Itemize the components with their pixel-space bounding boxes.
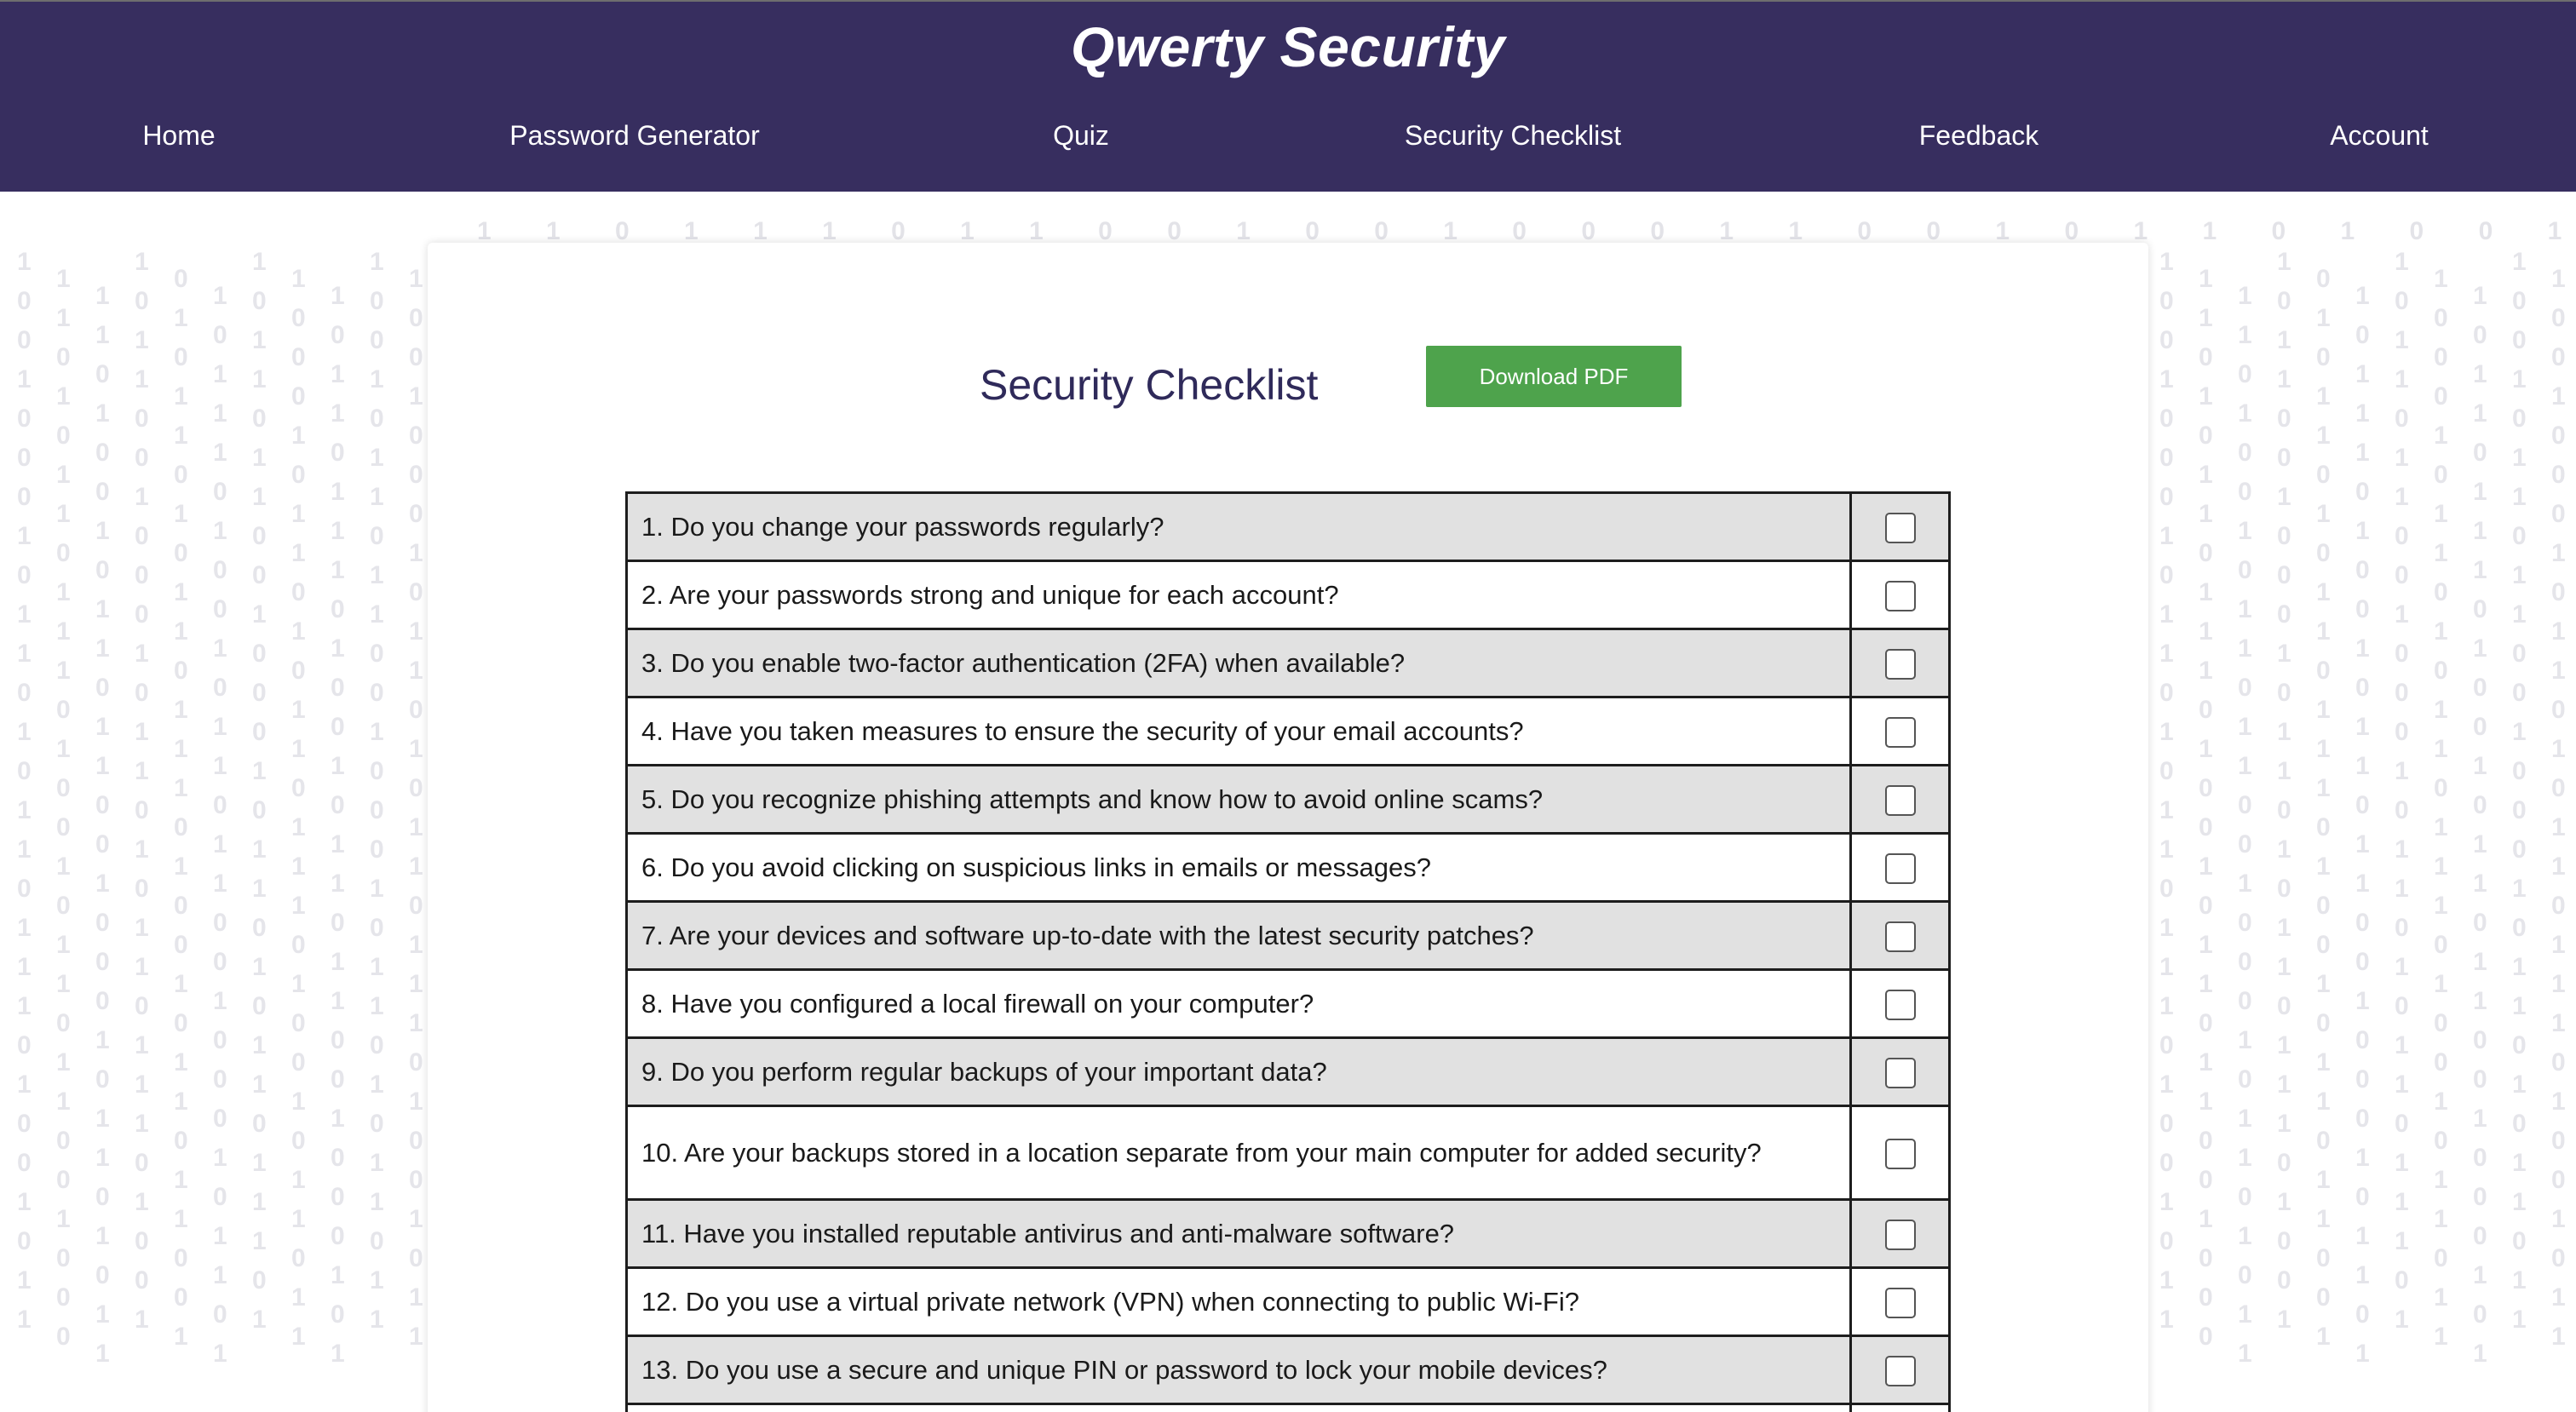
binary-digit-column: 1 1 0 1 0 1 1 0 1 1 1 0 1 0 0 1 0 1 1 0 … xyxy=(2199,265,2213,1351)
checklist-question: 5. Do you recognize phishing attempts an… xyxy=(625,764,1852,835)
checklist-question: 9. Do you perform regular backups of you… xyxy=(625,1036,1852,1107)
checklist-checkbox-cell xyxy=(1849,696,1951,766)
binary-digit-column: 1 0 1 1 0 1 1 0 0 1 0 0 0 1 0 1 1 0 1 0 … xyxy=(252,248,267,1334)
checklist-checkbox[interactable] xyxy=(1884,512,1916,543)
checklist-checkbox[interactable] xyxy=(1884,784,1916,816)
checklist-checkbox[interactable] xyxy=(1884,852,1916,884)
checklist-question: 3. Do you enable two-factor authenticati… xyxy=(625,628,1852,698)
binary-digit-column: 1 0 0 1 0 0 0 1 0 1 1 0 1 0 1 1 0 1 1 1 … xyxy=(2551,265,2566,1351)
binary-digit-column: 1 0 0 1 0 0 0 1 0 1 1 0 1 0 1 1 0 1 1 1 … xyxy=(2159,248,2174,1334)
checklist-checkbox[interactable] xyxy=(1884,1138,1916,1169)
checklist-row: 4. Have you taken measures to ensure the… xyxy=(625,696,1951,766)
checklist-question xyxy=(625,1403,1852,1412)
checklist-row: 5. Do you recognize phishing attempts an… xyxy=(625,764,1951,835)
checklist-question: 7. Are your devices and software up-to-d… xyxy=(625,900,1852,971)
binary-digit-column: 0 1 0 1 1 0 1 0 1 1 0 1 1 1 0 1 0 0 1 0 … xyxy=(2316,265,2331,1351)
nav-quiz[interactable]: Quiz xyxy=(1053,114,1109,157)
checklist-checkbox[interactable] xyxy=(1884,716,1916,748)
checklist-checkbox[interactable] xyxy=(1884,1057,1916,1088)
checklist-row: 7. Are your devices and software up-to-d… xyxy=(625,900,1951,971)
checklist-checkbox[interactable] xyxy=(1884,648,1916,680)
checklist-checkbox-cell xyxy=(1849,1036,1951,1107)
checklist-row: 6. Do you avoid clicking on suspicious l… xyxy=(625,832,1951,903)
binary-digit-column: 1 1 0 1 0 0 1 0 1 1 0 1 1 0 0 1 0 0 0 1 … xyxy=(95,282,110,1368)
site-header: Qwerty Security Home Password Generator … xyxy=(0,0,2576,192)
checklist-checkbox-cell xyxy=(1849,1105,1951,1201)
checklist-row: 2. Are your passwords strong and unique … xyxy=(625,560,1951,630)
binary-digit-column: 0 1 0 1 1 0 1 0 1 1 0 1 1 1 0 1 0 0 1 0 … xyxy=(174,265,188,1351)
checklist-checkbox-cell xyxy=(1849,1403,1951,1412)
checklist-checkbox-cell xyxy=(1849,968,1951,1039)
checklist-checkbox-cell xyxy=(1849,491,1951,562)
binary-digit-column: 1 1 0 1 0 1 1 0 1 1 1 0 1 0 0 1 0 1 1 0 … xyxy=(56,265,71,1351)
binary-digit-column: 1 0 1 1 1 0 1 0 0 1 0 1 1 0 1 1 0 0 1 0 … xyxy=(2355,282,2370,1368)
checklist-checkbox-cell xyxy=(1849,900,1951,971)
checklist-row xyxy=(625,1403,1951,1412)
binary-digit-column: 1 0 0 1 0 1 1 0 1 1 0 0 1 0 0 0 1 0 1 1 … xyxy=(370,248,384,1334)
binary-digit-column: 1 0 1 1 0 0 1 0 0 0 1 0 1 1 0 1 0 1 1 0 … xyxy=(135,248,149,1334)
checklist-row: 10. Are your backups stored in a locatio… xyxy=(625,1105,1951,1201)
checklist-checkbox-cell xyxy=(1849,560,1951,630)
checklist-checkbox[interactable] xyxy=(1884,921,1916,952)
page-title: Security Checklist xyxy=(980,361,1319,409)
binary-digit-column: 1 0 0 0 1 0 1 1 0 1 0 1 1 0 1 1 1 0 1 0 … xyxy=(291,265,306,1351)
checklist-row: 1. Do you change your passwords regularl… xyxy=(625,491,1951,562)
binary-decoration-top: 1 1 0 1 1 1 0 1 1 0 0 1 0 0 1 0 0 0 1 1 … xyxy=(477,217,2576,245)
binary-digit-column: 1 0 0 1 0 0 0 1 0 1 1 0 1 0 1 1 0 1 1 1 … xyxy=(409,265,423,1351)
nav-home[interactable]: Home xyxy=(142,114,215,157)
checklist-question: 13. Do you use a secure and unique PIN o… xyxy=(625,1335,1852,1405)
checklist-question: 10. Are your backups stored in a locatio… xyxy=(625,1105,1852,1201)
checklist-row: 12. Do you use a virtual private network… xyxy=(625,1266,1951,1337)
checklist-checkbox[interactable] xyxy=(1884,1355,1916,1386)
checklist-row: 11. Have you installed reputable antivir… xyxy=(625,1198,1951,1269)
checklist-question: 1. Do you change your passwords regularl… xyxy=(625,491,1852,562)
checklist-checkbox[interactable] xyxy=(1884,580,1916,611)
binary-digit-column: 1 0 1 1 1 0 1 0 0 1 0 1 1 0 1 1 0 0 1 0 … xyxy=(213,282,227,1368)
checklist-card: Security Checklist Download PDF 1. Do yo… xyxy=(428,243,2148,1412)
checklist-question: 11. Have you installed reputable antivir… xyxy=(625,1198,1852,1269)
checklist-row: 8. Have you configured a local firewall … xyxy=(625,968,1951,1039)
checklist-checkbox-cell xyxy=(1849,628,1951,698)
checklist-question: 2. Are your passwords strong and unique … xyxy=(625,560,1852,630)
checklist-checkbox[interactable] xyxy=(1884,1219,1916,1250)
download-pdf-button[interactable]: Download PDF xyxy=(1426,346,1682,407)
checklist-checkbox-cell xyxy=(1849,1198,1951,1269)
binary-digit-column: 1 0 0 1 0 0 0 1 0 1 1 0 1 0 1 1 0 1 1 1 … xyxy=(17,248,32,1334)
checklist-question: 6. Do you avoid clicking on suspicious l… xyxy=(625,832,1852,903)
binary-digit-column: 1 0 1 1 0 1 1 0 0 1 0 0 0 1 0 1 1 0 1 0 … xyxy=(2395,248,2409,1334)
nav-feedback[interactable]: Feedback xyxy=(1919,114,2039,157)
security-checklist-table: 1. Do you change your passwords regularl… xyxy=(625,491,1951,1412)
nav-password-generator[interactable]: Password Generator xyxy=(509,114,759,157)
checklist-checkbox-cell xyxy=(1849,832,1951,903)
checklist-question: 12. Do you use a virtual private network… xyxy=(625,1266,1852,1337)
checklist-row: 13. Do you use a secure and unique PIN o… xyxy=(625,1335,1951,1405)
binary-digit-column: 1 0 0 1 0 1 1 0 1 1 0 0 1 0 0 0 1 0 1 1 … xyxy=(2512,248,2527,1334)
binary-digit-column: 1 0 0 0 1 0 1 1 0 1 0 1 1 0 1 1 1 0 1 0 … xyxy=(2434,265,2448,1351)
checklist-question: 4. Have you taken measures to ensure the… xyxy=(625,696,1852,766)
checklist-checkbox[interactable] xyxy=(1884,989,1916,1020)
binary-digit-column: 1 0 1 1 0 1 1 1 0 1 0 0 1 0 1 1 0 1 1 0 … xyxy=(331,282,345,1368)
checklist-checkbox-cell xyxy=(1849,764,1951,835)
binary-digit-column: 1 0 1 1 0 0 1 0 0 0 1 0 1 1 0 1 0 1 1 0 … xyxy=(2277,248,2291,1334)
checklist-row: 9. Do you perform regular backups of you… xyxy=(625,1036,1951,1107)
binary-digit-column: 1 1 0 1 0 0 1 0 1 1 0 1 1 0 0 1 0 0 0 1 … xyxy=(2238,282,2252,1368)
site-logo[interactable]: Qwerty Security xyxy=(0,9,2576,85)
checklist-checkbox-cell xyxy=(1849,1335,1951,1405)
checklist-row: 3. Do you enable two-factor authenticati… xyxy=(625,628,1951,698)
binary-digit-column: 1 0 1 1 0 1 1 1 0 1 0 0 1 0 1 1 0 1 1 0 … xyxy=(2473,282,2487,1368)
checklist-checkbox[interactable] xyxy=(1884,1287,1916,1318)
checklist-checkbox-cell xyxy=(1849,1266,1951,1337)
main-nav: Home Password Generator Quiz Security Ch… xyxy=(0,114,2576,157)
nav-account[interactable]: Account xyxy=(2330,114,2429,157)
checklist-question: 8. Have you configured a local firewall … xyxy=(625,968,1852,1039)
nav-security-checklist[interactable]: Security Checklist xyxy=(1405,114,1621,157)
